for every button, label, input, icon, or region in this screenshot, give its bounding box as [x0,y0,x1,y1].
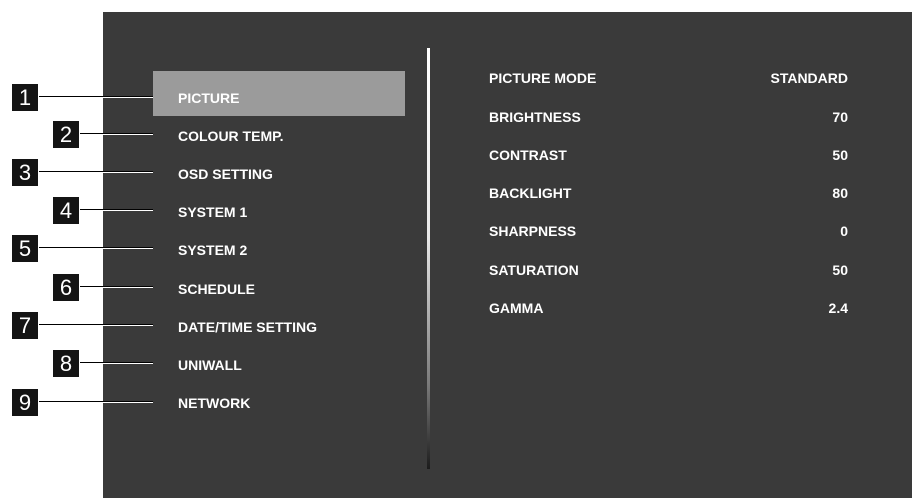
callout-line-1 [39,96,153,98]
callout-number-4: 4 [53,197,79,224]
callout-line-4 [80,209,153,211]
setting-value-backlight: 80 [832,185,848,201]
callout-line-2 [80,133,153,135]
callout-line-3 [39,171,153,173]
menu-divider [427,48,430,469]
callout-line-6 [80,286,153,288]
callout-number-2: 2 [53,121,79,148]
callout-number-6: 6 [53,274,79,301]
setting-value-saturation: 50 [832,262,848,278]
setting-label-brightness[interactable]: BRIGHTNESS [489,108,581,126]
setting-label-contrast[interactable]: CONTRAST [489,146,567,164]
setting-value-sharpness: 0 [840,223,848,239]
callout-number-9: 9 [12,389,38,416]
callout-line-9 [39,401,153,403]
setting-value-picture-mode: STANDARD [770,70,848,86]
callout-number-5: 5 [12,235,38,262]
menu-item-date-time-setting[interactable]: DATE/TIME SETTING [178,318,317,336]
setting-label-backlight[interactable]: BACKLIGHT [489,184,571,202]
menu-item-osd-setting[interactable]: OSD SETTING [178,165,273,183]
callout-number-1: 1 [12,84,38,111]
callout-number-3: 3 [12,159,38,186]
setting-value-contrast: 50 [832,147,848,163]
menu-item-picture[interactable]: PICTURE [178,89,239,107]
callout-line-8 [80,362,153,364]
menu-item-schedule[interactable]: SCHEDULE [178,280,255,298]
setting-label-picture-mode[interactable]: PICTURE MODE [489,69,596,87]
menu-item-network[interactable]: NETWORK [178,394,250,412]
menu-item-uniwall[interactable]: UNIWALL [178,356,242,374]
callout-line-5 [39,247,153,249]
menu-item-colour-temp[interactable]: COLOUR TEMP. [178,127,284,145]
setting-value-brightness: 70 [832,109,848,125]
callout-number-7: 7 [12,312,38,339]
setting-value-gamma: 2.4 [828,300,848,316]
callout-line-7 [39,324,153,326]
menu-item-system-1[interactable]: SYSTEM 1 [178,203,247,221]
callout-number-8: 8 [53,350,79,377]
menu-item-system-2[interactable]: SYSTEM 2 [178,241,247,259]
setting-label-sharpness[interactable]: SHARPNESS [489,222,576,240]
setting-label-saturation[interactable]: SATURATION [489,261,579,279]
setting-label-gamma[interactable]: GAMMA [489,299,543,317]
